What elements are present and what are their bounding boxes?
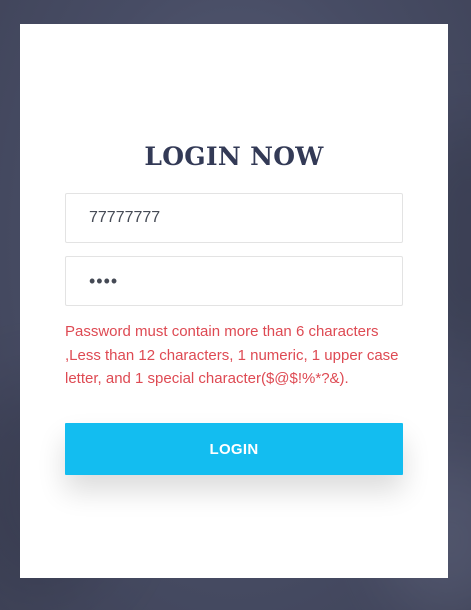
- login-button[interactable]: LOGIN: [65, 423, 403, 475]
- username-input[interactable]: [65, 193, 403, 243]
- page-title: LOGIN NOW: [144, 142, 324, 171]
- password-input[interactable]: [65, 256, 403, 306]
- password-error-message: Password must contain more than 6 charac…: [65, 323, 399, 387]
- login-card: LOGIN NOW Password must contain more tha…: [20, 24, 448, 578]
